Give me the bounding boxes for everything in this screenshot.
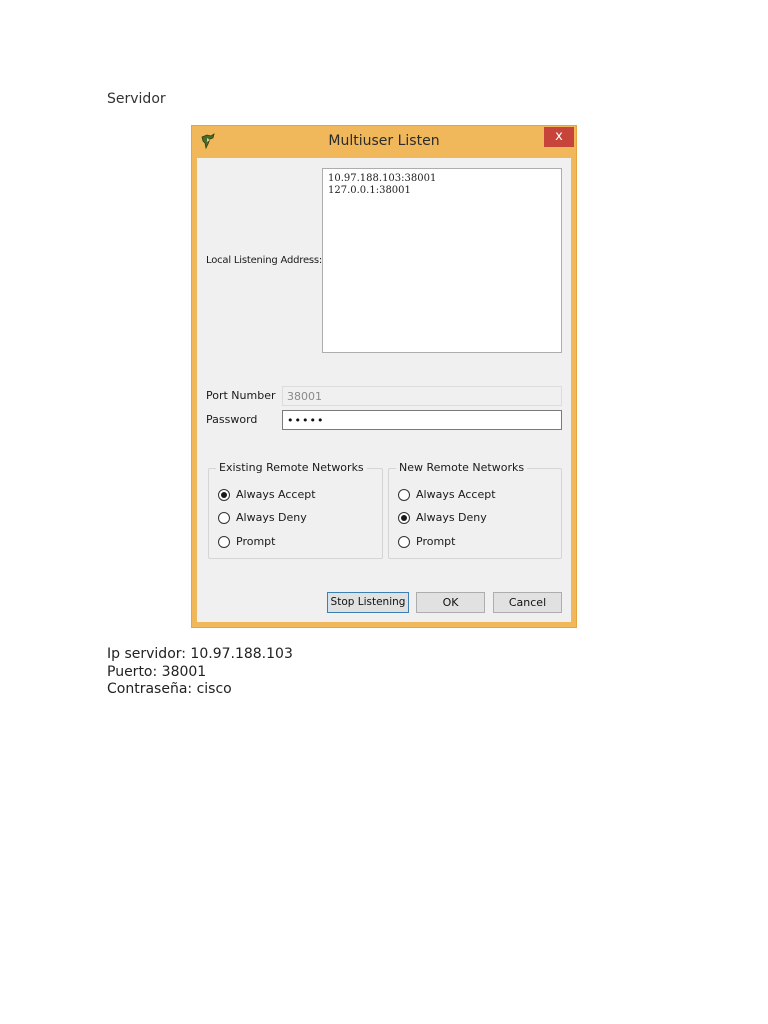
- new-remote-networks-group: New Remote Networks Always Accept Always…: [388, 461, 562, 559]
- cancel-button[interactable]: Cancel: [493, 592, 562, 613]
- doc-notes: Ip servidor: 10.97.188.103 Puerto: 38001…: [107, 646, 293, 699]
- multiuser-listen-dialog: Multiuser Listen x Local Listening Addre…: [191, 125, 577, 628]
- port-number-field: 38001: [282, 386, 562, 406]
- radio-unselected-icon[interactable]: [398, 536, 410, 548]
- radio-unselected-icon[interactable]: [218, 512, 230, 524]
- existing-remote-networks-group: Existing Remote Networks Always Accept A…: [208, 461, 383, 559]
- existing-remote-networks-title: Existing Remote Networks: [216, 461, 367, 474]
- radio-unselected-icon[interactable]: [398, 489, 410, 501]
- radio-selected-icon[interactable]: [398, 512, 410, 524]
- radio-unselected-icon[interactable]: [218, 536, 230, 548]
- password-field[interactable]: •••••: [282, 410, 562, 430]
- radio-selected-icon[interactable]: [218, 489, 230, 501]
- address-item[interactable]: 10.97.188.103:38001: [328, 173, 556, 185]
- address-list[interactable]: 10.97.188.103:38001 127.0.0.1:38001: [322, 168, 562, 353]
- local-listening-address-label: Local Listening Address:: [206, 255, 323, 266]
- close-button[interactable]: x: [544, 127, 574, 147]
- ok-button[interactable]: OK: [416, 592, 485, 613]
- address-item[interactable]: 127.0.0.1:38001: [328, 185, 556, 197]
- password-line: Contraseña: cisco: [107, 681, 232, 697]
- server-ip-line: Ip servidor: 10.97.188.103: [107, 646, 293, 662]
- doc-heading: Servidor: [107, 91, 166, 107]
- password-label: Password: [206, 413, 258, 426]
- port-number-label: Port Number: [206, 389, 276, 402]
- new-remote-networks-title: New Remote Networks: [396, 461, 528, 474]
- stop-listening-button[interactable]: Stop Listening: [327, 592, 409, 613]
- port-line: Puerto: 38001: [107, 663, 207, 680]
- dialog-title: Multiuser Listen: [328, 133, 440, 149]
- dialog-body: Local Listening Address: 10.97.188.103:3…: [197, 158, 571, 622]
- title-bar[interactable]: Multiuser Listen x: [192, 126, 576, 157]
